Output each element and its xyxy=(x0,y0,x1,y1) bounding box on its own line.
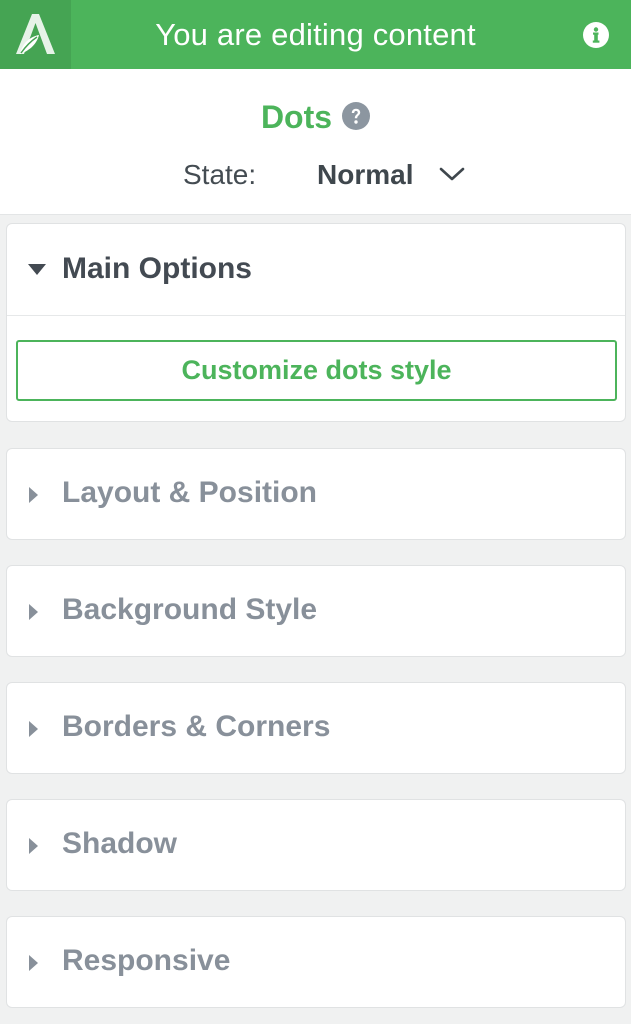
panel-borders-corners[interactable]: Borders & Corners xyxy=(6,682,626,774)
element-title-row: Dots xyxy=(0,99,631,139)
panel-responsive[interactable]: Responsive xyxy=(6,916,626,1008)
state-label: State: xyxy=(183,159,257,190)
panel-background-style[interactable]: Background Style xyxy=(6,565,626,657)
caret-right-icon xyxy=(29,955,38,971)
editing-status-title: You are editing content xyxy=(155,17,476,52)
caret-down-icon xyxy=(28,264,46,275)
caret-right-icon xyxy=(29,487,38,503)
panel-main-options: Main Options Customize dots style xyxy=(6,223,626,422)
element-header: Dots State: Normal xyxy=(0,69,631,215)
panel-shadow[interactable]: Shadow xyxy=(6,799,626,891)
element-title: Dots xyxy=(260,99,333,135)
divider xyxy=(7,315,625,316)
question-circle-icon[interactable] xyxy=(342,101,371,130)
panel-layout-position[interactable]: Layout & Position xyxy=(6,448,626,540)
logo[interactable] xyxy=(0,0,71,69)
info-button[interactable] xyxy=(583,22,609,48)
customize-dots-style-button[interactable]: Customize dots style xyxy=(16,340,617,401)
caret-right-icon xyxy=(29,604,38,620)
panel-header-main-options[interactable]: Main Options xyxy=(7,224,625,316)
chevron-down-icon xyxy=(439,167,465,181)
panel-label: Borders & Corners xyxy=(62,710,331,743)
info-icon xyxy=(592,27,600,43)
panel-label: Responsive xyxy=(62,944,231,977)
panel-label: Layout & Position xyxy=(62,476,317,509)
state-dropdown[interactable]: Normal xyxy=(317,157,487,197)
panel-label: Background Style xyxy=(62,593,318,626)
editing-bar: You are editing content xyxy=(0,0,631,69)
panel-label: Shadow xyxy=(62,827,178,860)
state-value: Normal xyxy=(317,159,414,190)
caret-right-icon xyxy=(29,838,38,854)
panel-label: Main Options xyxy=(62,252,252,285)
caret-right-icon xyxy=(29,721,38,737)
oxygen-builder-logo-icon xyxy=(16,14,55,54)
